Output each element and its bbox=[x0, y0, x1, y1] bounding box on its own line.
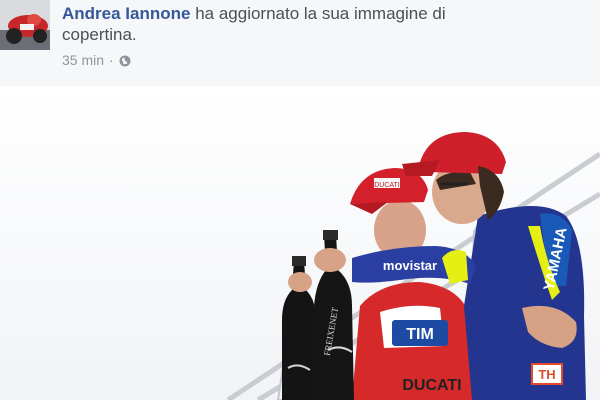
podium-scene: TIM DUCATI DUCATI YAMAHA movistar FREIXE… bbox=[0, 86, 600, 400]
tim-logo-text: TIM bbox=[406, 326, 434, 343]
post-header: Andrea Iannone ha aggiornato la sua imma… bbox=[0, 0, 600, 86]
th-badge-text: TH bbox=[538, 367, 555, 382]
globe-icon[interactable] bbox=[119, 54, 131, 67]
author-link[interactable]: Andrea Iannone bbox=[62, 4, 190, 23]
motorbike-icon bbox=[0, 0, 50, 50]
cover-photo[interactable]: TIM DUCATI DUCATI YAMAHA movistar FREIXE… bbox=[0, 86, 600, 400]
ducati-logo-text: DUCATI bbox=[402, 377, 461, 394]
avatar[interactable] bbox=[0, 0, 50, 50]
cap-logo: DUCATI bbox=[374, 182, 400, 189]
timestamp[interactable]: 35 min bbox=[62, 52, 104, 68]
post-headline: Andrea Iannone ha aggiornato la sua imma… bbox=[62, 3, 482, 45]
post-meta: 35 min · bbox=[62, 52, 131, 68]
meta-separator: · bbox=[109, 52, 114, 68]
movistar-text: movistar bbox=[383, 258, 437, 273]
